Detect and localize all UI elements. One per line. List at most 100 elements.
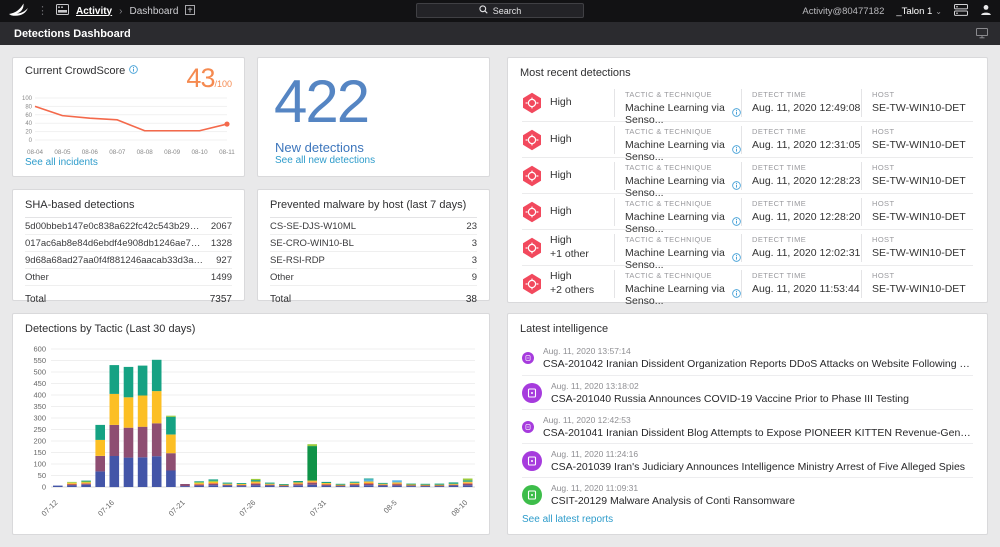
crowdscore-card: Current CrowdScore 43/100 10080604020008… <box>12 57 245 177</box>
severity-cell: High+1 other <box>522 234 614 260</box>
svg-text:07-12: 07-12 <box>40 498 60 518</box>
crowdscore-title: Current CrowdScore <box>25 65 125 77</box>
pin-dashboard-icon[interactable] <box>185 5 195 18</box>
severity-high-icon <box>522 92 542 114</box>
intel-title: Latest intelligence <box>508 314 987 341</box>
intel-report-row[interactable]: Aug. 11, 2020 11:24:16 CSA-201039 Iran's… <box>522 443 973 477</box>
severity-cell: High <box>522 92 614 114</box>
detect-time-cell: DETECT TIME Aug. 11, 2020 12:28:23 <box>741 162 861 190</box>
see-all-latest-reports-link[interactable]: See all latest reports <box>522 514 613 525</box>
detection-row[interactable]: High TACTIC & TECHNIQUE Machine Learning… <box>522 193 973 229</box>
sha-total-row: Total7357 <box>25 294 232 305</box>
report-time: Aug. 11, 2020 13:57:14 <box>543 346 973 356</box>
host-cell: HOST SE-TW-WIN10-DET <box>861 126 973 154</box>
info-icon[interactable] <box>732 253 741 265</box>
severity-cell: High <box>522 165 614 187</box>
falcon-logo-icon[interactable] <box>8 2 29 20</box>
detection-row[interactable]: High TACTIC & TECHNIQUE Machine Learning… <box>522 85 973 121</box>
tactic-cell: TACTIC & TECHNIQUE Machine Learning via … <box>614 270 741 298</box>
info-icon[interactable] <box>732 145 741 157</box>
prevented-malware-table: CS-SE-DJS-W10ML 23 SE-CRO-WIN10-BL 3 SE-… <box>270 217 477 286</box>
user-menu[interactable]: _Talon 1 ⌄ <box>896 6 942 17</box>
svg-text:07-26: 07-26 <box>237 498 257 518</box>
tactic-cell: TACTIC & TECHNIQUE Machine Learning via … <box>614 198 741 226</box>
page-titlebar: Detections Dashboard <box>0 22 1000 45</box>
svg-text:08-10: 08-10 <box>449 498 469 518</box>
prevented-row: SE-CRO-WIN10-BL 3 <box>270 235 477 252</box>
tactic-cell: TACTIC & TECHNIQUE Machine Learning via … <box>614 89 741 117</box>
svg-text:07-21: 07-21 <box>167 498 187 518</box>
nav-overflow-icon[interactable]: ⋮ <box>37 6 48 17</box>
report-title: CSA-201040 Russia Announces COVID-19 Vac… <box>551 393 909 405</box>
report-time: Aug. 11, 2020 11:09:31 <box>551 483 795 493</box>
tactic-chart: 05010015020025030035040045050055060007-1… <box>13 341 489 532</box>
severity-high-icon <box>522 129 542 151</box>
apps-switcher-icon[interactable] <box>954 4 968 19</box>
detection-row[interactable]: High+2 others TACTIC & TECHNIQUE Machine… <box>522 265 973 301</box>
severity-label: High+2 others <box>550 270 594 296</box>
detection-row[interactable]: High TACTIC & TECHNIQUE Machine Learning… <box>522 157 973 193</box>
breadcrumb-activity-link[interactable]: Activity <box>76 6 112 17</box>
info-icon[interactable] <box>129 65 138 77</box>
severity-label: High <box>550 169 572 182</box>
tenant-label: Activity@80477182 <box>802 6 884 17</box>
info-icon[interactable] <box>732 217 741 229</box>
prevented-row: SE-RSI-RDP 3 <box>270 252 477 269</box>
host-cell: HOST SE-TW-WIN10-DET <box>861 270 973 298</box>
severity-label: High <box>550 205 572 218</box>
svg-text:08-09: 08-09 <box>164 149 181 156</box>
host-cell: HOST SE-TW-WIN10-DET <box>861 234 973 262</box>
report-title: CSA-201041 Iranian Dissident Blog Attemp… <box>543 427 973 439</box>
sha-table: 5d00bbeb147e0c838a622fc42c543b2913d57eac… <box>25 217 232 286</box>
intel-report-row[interactable]: Aug. 11, 2020 13:18:02 CSA-201040 Russia… <box>522 375 973 409</box>
report-icon <box>522 417 534 437</box>
report-icon <box>522 383 542 403</box>
svg-text:08-04: 08-04 <box>27 149 44 156</box>
sha-row: 017ac6ab8e84d6ebdf4e908db1246ae7514cffd2… <box>25 235 232 252</box>
presentation-mode-icon[interactable] <box>976 28 988 42</box>
intel-report-row[interactable]: Aug. 11, 2020 13:57:14 CSA-201042 Irania… <box>522 341 973 375</box>
svg-text:300: 300 <box>33 414 46 423</box>
recent-detections-list: High TACTIC & TECHNIQUE Machine Learning… <box>508 85 987 301</box>
svg-text:100: 100 <box>33 460 46 469</box>
tactic-chart-card: Detections by Tactic (Last 30 days) 0501… <box>12 313 490 535</box>
search-placeholder: Search <box>493 6 522 16</box>
detection-row[interactable]: High+1 other TACTIC & TECHNIQUE Machine … <box>522 229 973 265</box>
svg-text:60: 60 <box>25 113 32 119</box>
chevron-down-icon: ⌄ <box>935 7 942 16</box>
severity-label: High <box>550 133 572 146</box>
breadcrumb-separator: › <box>119 6 122 17</box>
tactic-cell: TACTIC & TECHNIQUE Machine Learning via … <box>614 126 741 154</box>
search-input[interactable]: Search <box>416 3 584 18</box>
report-title: CSA-201039 Iran's Judiciary Announces In… <box>551 461 965 473</box>
severity-cell: High <box>522 129 614 151</box>
recent-detections-card: Most recent detections High TACTIC & TEC… <box>507 57 988 303</box>
app-icon[interactable] <box>56 4 69 18</box>
crowdscore-value: 43/100 <box>186 65 232 92</box>
prevented-row: Other 9 <box>270 269 477 286</box>
tactic-chart-title: Detections by Tactic (Last 30 days) <box>13 314 489 341</box>
detect-time-cell: DETECT TIME Aug. 11, 2020 12:49:08 <box>741 89 861 117</box>
see-all-incidents-link[interactable]: See all incidents <box>25 157 98 168</box>
severity-high-icon <box>522 201 542 223</box>
svg-text:50: 50 <box>38 471 46 480</box>
info-icon[interactable] <box>732 289 741 301</box>
see-all-new-detections-link[interactable]: See all new detections <box>275 155 375 166</box>
svg-text:40: 40 <box>25 121 32 127</box>
intel-report-row[interactable]: Aug. 11, 2020 11:09:31 CSIT-20129 Malwar… <box>522 477 973 511</box>
svg-text:200: 200 <box>33 437 46 446</box>
user-avatar-icon[interactable] <box>980 4 992 19</box>
svg-text:08-11: 08-11 <box>219 149 235 156</box>
report-icon <box>522 485 542 505</box>
report-title: CSA-201042 Iranian Dissident Organizatio… <box>543 358 973 370</box>
info-icon[interactable] <box>732 108 741 120</box>
svg-text:08-5: 08-5 <box>382 498 399 515</box>
svg-text:08-05: 08-05 <box>54 149 71 156</box>
sha-row: 9d68a68ad27aa0f4f881246aacab33d3a1c916d4… <box>25 252 232 269</box>
intel-report-row[interactable]: Aug. 11, 2020 12:42:53 CSA-201041 Irania… <box>522 409 973 443</box>
svg-text:400: 400 <box>33 391 46 400</box>
info-icon[interactable] <box>732 181 741 193</box>
severity-high-icon <box>522 237 542 259</box>
report-time: Aug. 11, 2020 11:24:16 <box>551 449 965 459</box>
detection-row[interactable]: High TACTIC & TECHNIQUE Machine Learning… <box>522 121 973 157</box>
